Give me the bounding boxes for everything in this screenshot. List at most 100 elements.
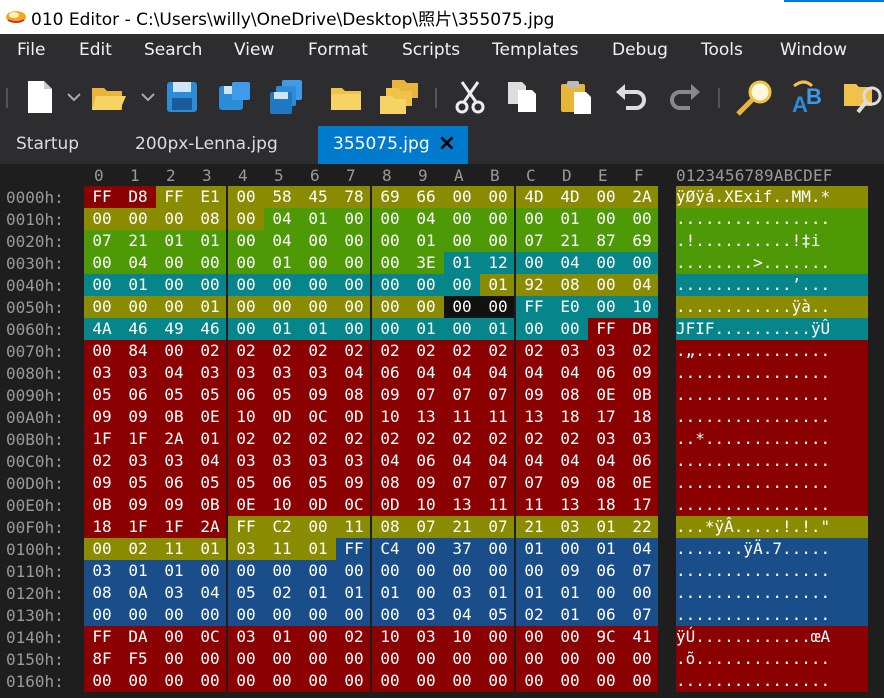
hex-row[interactable]: 0080h: 03 03 04 03 03 03 03 04 06 04 04 04 04 04 06 09..… <box>0 362 884 384</box>
hex-byte[interactable]: 00 <box>264 560 300 582</box>
hex-byte[interactable]: 21 <box>552 230 588 252</box>
hex-byte[interactable]: 00 <box>300 604 336 626</box>
hex-row[interactable]: 0050h: 00 00 00 01 00 00 00 00 00 00 00 00 FF E0 00 10..… <box>0 296 884 318</box>
hex-byte[interactable]: 22 <box>624 516 660 538</box>
hex-byte[interactable]: 02 <box>192 340 228 362</box>
hex-byte[interactable]: 00 <box>336 252 372 274</box>
hex-byte[interactable]: 00 <box>156 626 192 648</box>
hex-byte[interactable]: 01 <box>480 318 516 340</box>
hex-byte[interactable]: 13 <box>408 406 444 428</box>
hex-byte[interactable]: 09 <box>156 494 192 516</box>
hex-byte[interactable]: 01 <box>264 318 300 340</box>
hex-byte[interactable]: 03 <box>228 626 264 648</box>
hex-byte[interactable]: 00 <box>372 648 408 670</box>
hex-byte[interactable]: 84 <box>120 340 156 362</box>
hex-byte[interactable]: 00 <box>444 230 480 252</box>
hex-byte[interactable]: 00 <box>516 318 552 340</box>
hex-byte[interactable]: 00 <box>192 604 228 626</box>
hex-byte[interactable]: 03 <box>264 362 300 384</box>
hex-byte[interactable]: 01 <box>300 318 336 340</box>
hex-byte[interactable]: 69 <box>372 186 408 208</box>
hex-byte[interactable]: 01 <box>156 560 192 582</box>
hex-byte[interactable]: 0C <box>192 626 228 648</box>
hex-byte[interactable]: 0E <box>588 384 624 406</box>
hex-byte[interactable]: 10 <box>372 626 408 648</box>
copy-icon[interactable] <box>504 78 540 116</box>
ascii-text[interactable]: JFIF..........ÿÛ <box>676 318 868 340</box>
ascii-text[interactable]: ................ <box>676 406 868 428</box>
hex-byte[interactable]: 02 <box>516 604 552 626</box>
hex-byte[interactable]: 00 <box>552 670 588 692</box>
hex-row[interactable]: 0060h: 4A 46 49 46 00 01 01 00 00 01 00 01 00 00 FF DB JF… <box>0 318 884 340</box>
hex-byte[interactable]: 00 <box>588 648 624 670</box>
hex-byte[interactable]: 05 <box>228 582 264 604</box>
hex-byte[interactable]: 11 <box>336 516 372 538</box>
hex-byte[interactable]: 02 <box>444 428 480 450</box>
hex-byte[interactable]: 02 <box>336 428 372 450</box>
hex-row[interactable]: 00B0h: 1F 1F 2A 01 02 02 02 02 02 02 02 02 02 02 03 03..… <box>0 428 884 450</box>
ascii-text[interactable]: ................ <box>676 384 868 406</box>
undo-icon[interactable] <box>612 78 648 116</box>
hex-row[interactable]: 0120h: 08 0A 03 04 05 02 01 01 01 00 03 01 01 01 00 00..… <box>0 582 884 604</box>
find-icon[interactable] <box>734 78 776 116</box>
hex-byte[interactable]: 00 <box>624 252 660 274</box>
hex-byte[interactable]: 04 <box>552 252 588 274</box>
hex-byte[interactable]: 02 <box>336 340 372 362</box>
hex-byte[interactable]: 02 <box>300 428 336 450</box>
hex-byte[interactable]: 00 <box>516 208 552 230</box>
ascii-text[interactable]: ÿØÿá.XExif..MM.* <box>676 186 868 208</box>
hex-byte[interactable]: 00 <box>84 604 120 626</box>
menu-search[interactable]: Search <box>144 40 202 60</box>
hex-byte[interactable]: FF <box>516 296 552 318</box>
hex-byte[interactable]: 00 <box>372 670 408 692</box>
open-folder-icon[interactable] <box>328 78 364 116</box>
ascii-text[interactable]: ..*............. <box>676 428 868 450</box>
menu-edit[interactable]: Edit <box>79 40 112 60</box>
hex-byte[interactable]: 00 <box>84 252 120 274</box>
hex-byte[interactable]: 06 <box>588 560 624 582</box>
hex-byte[interactable]: 12 <box>480 252 516 274</box>
hex-byte[interactable]: 0E <box>624 472 660 494</box>
hex-byte[interactable]: 00 <box>552 538 588 560</box>
hex-byte[interactable]: 00 <box>516 252 552 274</box>
hex-byte[interactable]: 00 <box>84 340 120 362</box>
hex-row[interactable]: 00A0h: 09 09 0B 0E 10 0D 0C 0D 10 13 11 11 13 18 17 18..… <box>0 406 884 428</box>
hex-byte[interactable]: 04 <box>408 362 444 384</box>
hex-byte[interactable]: 05 <box>300 472 336 494</box>
hex-byte[interactable]: 04 <box>156 362 192 384</box>
hex-byte[interactable]: 01 <box>480 274 516 296</box>
hex-byte[interactable]: 00 <box>84 538 120 560</box>
hex-byte[interactable]: 00 <box>372 208 408 230</box>
hex-byte[interactable]: 00 <box>444 208 480 230</box>
hex-byte[interactable]: 0B <box>156 406 192 428</box>
hex-byte[interactable]: 00 <box>444 318 480 340</box>
hex-byte[interactable]: 01 <box>300 538 336 560</box>
ascii-text[interactable]: .!..........!‡i <box>676 230 868 252</box>
hex-byte[interactable]: 05 <box>84 384 120 406</box>
hex-row[interactable]: 00C0h: 02 03 03 04 03 03 03 03 04 06 04 04 04 04 04 06..… <box>0 450 884 472</box>
hex-byte[interactable]: 00 <box>480 670 516 692</box>
hex-byte[interactable]: 02 <box>516 340 552 362</box>
hex-byte[interactable]: 03 <box>552 340 588 362</box>
hex-byte[interactable]: 05 <box>480 604 516 626</box>
hex-byte[interactable]: 00 <box>228 670 264 692</box>
hex-byte[interactable]: 09 <box>120 494 156 516</box>
hex-byte[interactable]: 02 <box>372 428 408 450</box>
hex-byte[interactable]: 00 <box>264 604 300 626</box>
hex-byte[interactable]: 00 <box>444 274 480 296</box>
hex-byte[interactable]: 00 <box>228 560 264 582</box>
hex-byte[interactable]: 00 <box>228 648 264 670</box>
hex-byte[interactable]: 10 <box>624 296 660 318</box>
hex-row[interactable]: 0070h: 00 84 00 02 02 02 02 02 02 02 02 02 02 03 03 02 .„… <box>0 340 884 362</box>
hex-byte[interactable]: E0 <box>552 296 588 318</box>
hex-byte[interactable]: 00 <box>372 274 408 296</box>
hex-byte[interactable]: 49 <box>156 318 192 340</box>
hex-byte[interactable]: 06 <box>156 472 192 494</box>
hex-byte[interactable]: 00 <box>480 538 516 560</box>
hex-byte[interactable]: 01 <box>588 538 624 560</box>
hex-byte[interactable]: 05 <box>156 384 192 406</box>
hex-byte[interactable]: 03 <box>444 582 480 604</box>
hex-byte[interactable]: 07 <box>480 516 516 538</box>
hex-byte[interactable]: 66 <box>408 186 444 208</box>
hex-byte[interactable]: 00 <box>120 604 156 626</box>
